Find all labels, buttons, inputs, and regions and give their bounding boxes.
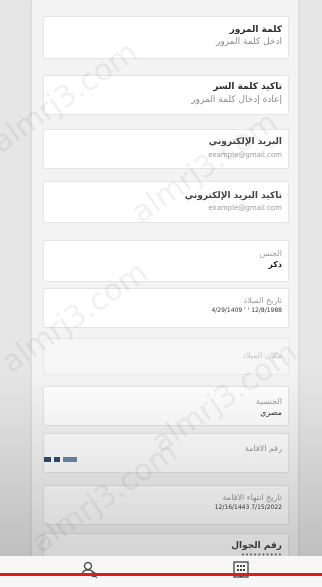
birth-date-value: 12/8/1988 ' ' 4/29/1409 bbox=[211, 307, 282, 314]
residence-number-label: رقم الاقامة bbox=[244, 444, 282, 453]
nationality-label: الجنسية bbox=[255, 397, 282, 406]
birth-date-label: تاريخ الميلاد bbox=[243, 296, 283, 305]
birth-date-field[interactable]: تاريخ الميلاد 12/8/1988 ' ' 4/29/1409 bbox=[43, 288, 289, 328]
gender-label: الجنس bbox=[259, 249, 282, 258]
confirm-password-input[interactable]: إعادة إدخال كلمة المرور bbox=[44, 95, 282, 105]
confirm-email-input[interactable]: example@gmail.com bbox=[44, 204, 282, 212]
mobile-label: رقم الجوال bbox=[231, 541, 282, 551]
left-margin bbox=[0, 0, 32, 587]
nationality-field[interactable]: الجنسية مصري bbox=[43, 386, 289, 426]
disabled-field-label: مكان الميلاد bbox=[242, 351, 282, 360]
residence-expiry-label: تاريخ انتهاء الاقامة bbox=[222, 493, 282, 502]
disabled-field: مكان الميلاد bbox=[43, 338, 289, 375]
nationality-value: مصري bbox=[260, 408, 282, 417]
gender-field[interactable]: الجنس ذكر bbox=[43, 240, 289, 282]
residence-number-masked bbox=[44, 457, 282, 462]
password-label: كلمة المرور bbox=[229, 25, 282, 35]
accent-line bbox=[0, 573, 322, 576]
residence-expiry-value: 7/15/2022 12/16/1443 bbox=[214, 504, 282, 511]
password-input[interactable]: أدخل كلمة المرور bbox=[44, 37, 282, 47]
confirm-password-field[interactable]: تأكيد كلمة السر إعادة إدخال كلمة المرور bbox=[43, 75, 289, 115]
confirm-password-label: تأكيد كلمة السر bbox=[213, 82, 282, 92]
bottom-nav-bar bbox=[0, 556, 322, 587]
residence-number-field[interactable]: رقم الاقامة bbox=[43, 433, 289, 473]
confirm-email-field[interactable]: تأكيد البريد الإلكتروني example@gmail.co… bbox=[43, 181, 289, 223]
residence-expiry-field[interactable]: تاريخ انتهاء الاقامة 7/15/2022 12/16/144… bbox=[43, 485, 289, 525]
password-field[interactable]: كلمة المرور أدخل كلمة المرور bbox=[43, 16, 289, 59]
email-label: البريد الإلكتروني bbox=[208, 137, 282, 147]
gender-value: ذكر bbox=[268, 260, 282, 269]
email-field[interactable]: البريد الإلكتروني example@gmail.com bbox=[43, 129, 289, 169]
email-input[interactable]: example@gmail.com bbox=[44, 151, 282, 159]
confirm-email-label: تأكيد البريد الإلكتروني bbox=[184, 191, 282, 201]
